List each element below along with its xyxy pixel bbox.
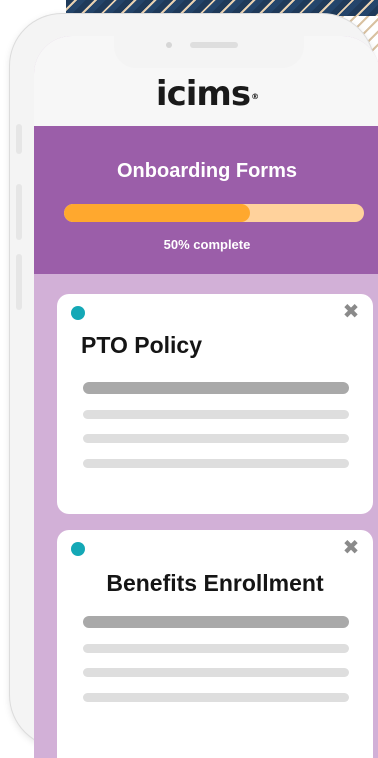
close-icon[interactable]: ✖ — [341, 302, 361, 322]
text-placeholder-line — [83, 382, 349, 394]
close-icon[interactable]: ✖ — [341, 538, 361, 558]
phone-notch — [114, 28, 304, 68]
text-placeholder-line — [83, 616, 349, 628]
brand-logo[interactable]: icims® — [34, 74, 378, 114]
progress-bar-fill — [64, 204, 250, 222]
text-placeholder-line — [83, 668, 349, 677]
card-title: Benefits Enrollment — [106, 570, 324, 596]
logo-registered-mark: ® — [251, 92, 259, 101]
volume-down-button — [16, 254, 22, 310]
form-card-pto-policy[interactable]: ✖ PTO Policy — [57, 294, 373, 514]
progress-bar — [64, 204, 364, 222]
form-card-benefits-enrollment[interactable]: ✖ Benefits Enrollment — [57, 530, 373, 758]
mute-switch — [16, 124, 22, 154]
speaker-grille — [190, 42, 238, 48]
text-placeholder-line — [83, 693, 349, 702]
logo-text: icims — [155, 74, 251, 114]
page-title: Onboarding Forms — [117, 160, 297, 182]
volume-up-button — [16, 184, 22, 240]
card-title: PTO Policy — [81, 332, 203, 358]
app-screen: icims® Onboarding Forms 50% complete ✖ P… — [34, 36, 378, 758]
onboarding-banner: Onboarding Forms 50% complete — [34, 126, 378, 274]
camera-icon — [166, 42, 172, 48]
text-placeholder-line — [83, 434, 349, 443]
text-placeholder-line — [83, 459, 349, 468]
text-placeholder-line — [83, 410, 349, 419]
phone-frame: icims® Onboarding Forms 50% complete ✖ P… — [10, 14, 378, 758]
progress-label: 50% complete — [163, 237, 251, 252]
status-dot-icon — [71, 306, 85, 320]
text-placeholder-line — [83, 644, 349, 653]
status-dot-icon — [71, 542, 85, 556]
